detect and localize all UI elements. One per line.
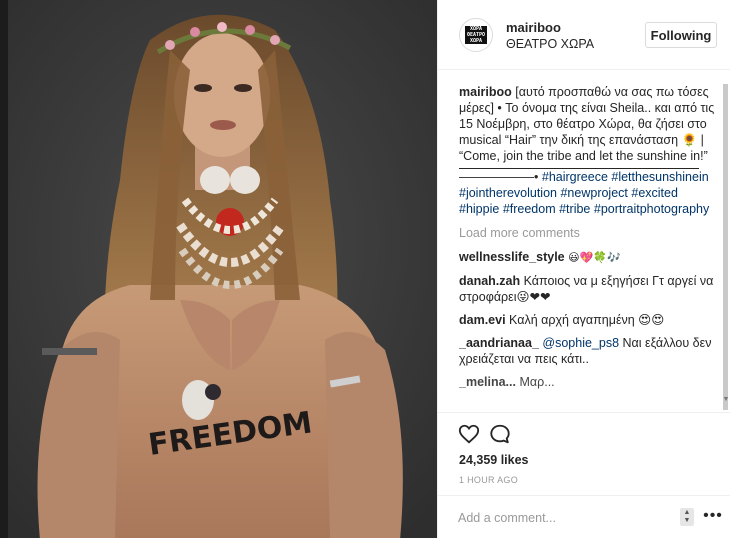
hashtag[interactable]: #hippie	[459, 202, 499, 216]
hashtag[interactable]: #excited	[631, 186, 678, 200]
hashtag[interactable]: #newproject	[560, 186, 627, 200]
post-location[interactable]: ΘΕΑΤΡΟ ΧΩΡΑ	[506, 37, 594, 51]
likes-count[interactable]: 24,359 likes	[459, 453, 529, 467]
comment-item: _melina... Μαρ...	[459, 374, 721, 390]
avatar[interactable]: ΧΩΡΑ ΘΕΑΤΡΟ ΧΩΡΑ	[459, 18, 493, 52]
add-comment-input[interactable]	[458, 509, 668, 527]
post-actions: 24,359 likes 1 HOUR AGO	[438, 412, 730, 492]
comment-username[interactable]: danah.zah	[459, 274, 520, 288]
following-button[interactable]: Following	[645, 22, 717, 48]
comment-username[interactable]: wellnesslife_style	[459, 250, 565, 264]
caption-divider-rule	[459, 168, 699, 169]
post-header: ΧΩΡΑ ΘΕΑΤΡΟ ΧΩΡΑ mairiboo ΘΕΑΤΡΟ ΧΩΡΑ Fo…	[438, 0, 730, 70]
more-options-icon[interactable]: •••	[700, 507, 726, 527]
scroll-down-icon[interactable]: ▼	[722, 396, 730, 406]
comment-text: Καλή αρχή αγαπημένη 😍😍	[509, 313, 665, 327]
comment-mention[interactable]: @sophie_ps8	[542, 336, 619, 350]
portrait-photo-svg: FREEDOM	[0, 0, 437, 538]
add-comment-row: ▲▼ •••	[438, 495, 730, 538]
caption-username[interactable]: mairiboo	[459, 85, 512, 99]
comment-username[interactable]: _aandrianaa_	[459, 336, 539, 350]
hashtag[interactable]: #hairgreece	[542, 170, 608, 184]
theatre-logo-icon: ΧΩΡΑ ΘΕΑΤΡΟ ΧΩΡΑ	[465, 26, 487, 44]
post-photo[interactable]: FREEDOM	[0, 0, 437, 538]
post-side-panel: ΧΩΡΑ ΘΕΑΤΡΟ ΧΩΡΑ mairiboo ΘΕΑΤΡΟ ΧΩΡΑ Fo…	[437, 0, 730, 538]
comment-username[interactable]: _melina...	[459, 375, 516, 389]
caption-divider: ——————•	[459, 170, 539, 184]
hashtag[interactable]: #letthesunshinein	[611, 170, 708, 184]
hashtag[interactable]: #portraitphotography	[594, 202, 709, 216]
post-timestamp[interactable]: 1 HOUR AGO	[459, 475, 518, 485]
caption: mairiboo [αυτό προσπαθώ να σας πω τόσες …	[459, 84, 721, 217]
scroll-thumb[interactable]	[723, 84, 728, 410]
comment-text: 😃💖🍀🎶	[568, 251, 621, 264]
hashtag[interactable]: #tribe	[559, 202, 590, 216]
heart-icon[interactable]	[458, 423, 480, 445]
comment-item: wellnesslife_style 😃💖🍀🎶	[459, 249, 721, 266]
hashtag[interactable]: #jointherevolution	[459, 186, 557, 200]
comment-item: dam.evi Καλή αρχή αγαπημένη 😍😍	[459, 312, 721, 328]
comment-text: Μαρ...	[519, 375, 555, 389]
comment-icon[interactable]	[489, 423, 511, 445]
load-more-comments[interactable]: Load more comments	[459, 225, 721, 241]
comment-username[interactable]: dam.evi	[459, 313, 506, 327]
hashtag[interactable]: #freedom	[503, 202, 556, 216]
input-spinner-icon[interactable]: ▲ ▼	[680, 508, 694, 526]
comment-item: danah.zah Κάποιος να μ εξηγήσει Γτ αργεί…	[459, 273, 721, 305]
comments-scrollbar[interactable]: ▼	[722, 84, 730, 410]
comment-item: _aandrianaa_ @sophie_ps8 Ναι εξάλλου δεν…	[459, 335, 721, 367]
post-username[interactable]: mairiboo	[506, 20, 561, 35]
comments-list[interactable]: mairiboo [αυτό προσπαθώ να σας πω τόσες …	[459, 84, 721, 410]
instagram-post-window: FREEDOM ΧΩΡΑ ΘΕΑΤΡΟ ΧΩΡΑ mairiboo ΘΕΑΤΡΟ…	[0, 0, 730, 538]
